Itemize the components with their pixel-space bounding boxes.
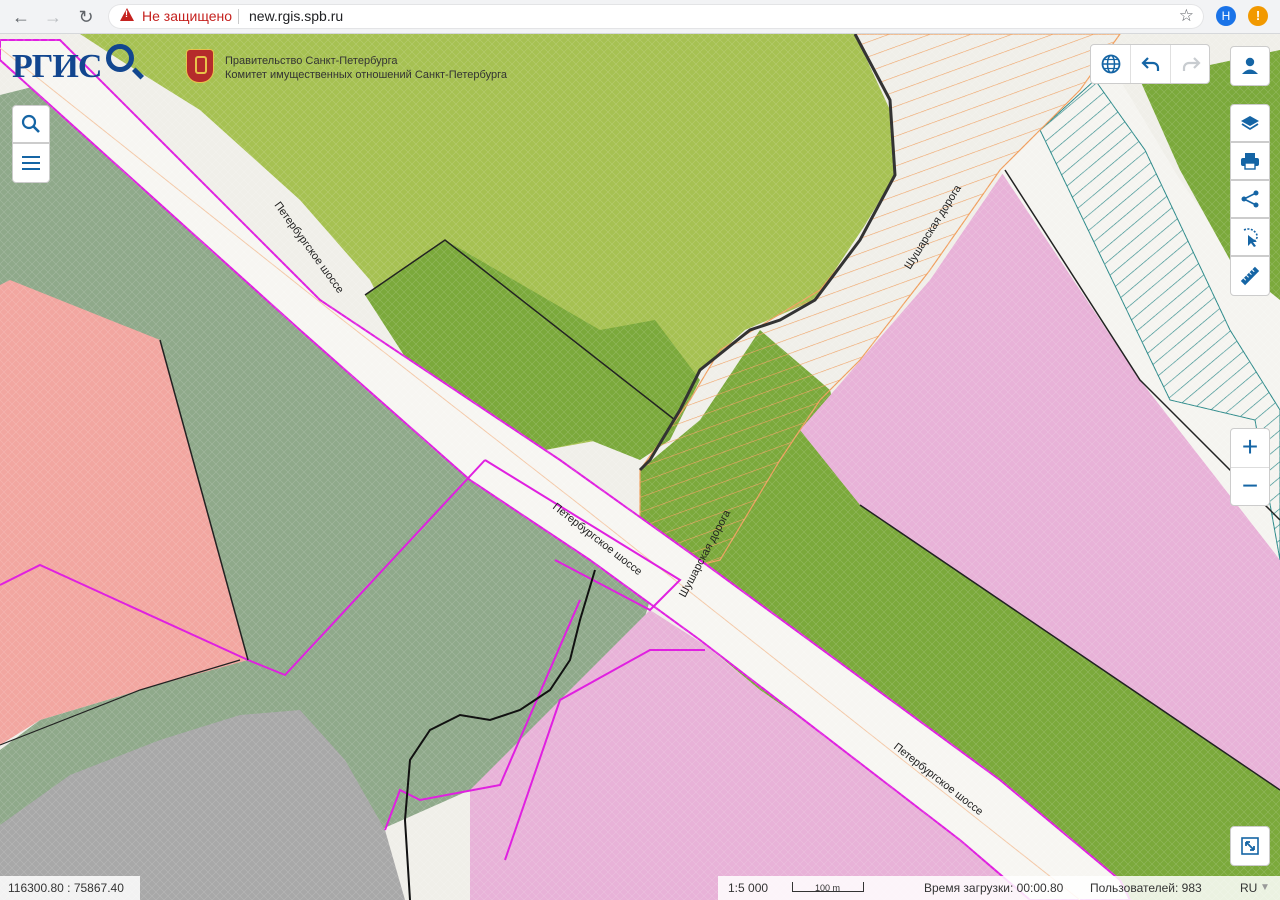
select-area-icon (1243, 228, 1258, 247)
reload-button[interactable]: ↻ (73, 4, 99, 30)
status-bar: 1:5 000 100 m Время загрузки: 00:00.80 П… (718, 876, 1280, 900)
star-icon[interactable]: ☆ (1179, 6, 1194, 26)
fullscreen-button[interactable] (1230, 826, 1270, 866)
address-bar[interactable]: Не защищено new.rgis.spb.ru ☆ (108, 4, 1204, 29)
language-selector[interactable]: RU (1240, 876, 1257, 900)
map-canvas[interactable]: Петербургское шоссе Петербургское шоссе … (0, 34, 1280, 900)
globe-icon (1101, 54, 1120, 74)
security-label[interactable]: Не защищено (142, 8, 232, 24)
search-icon (21, 114, 40, 133)
globe-button[interactable] (1091, 45, 1131, 83)
layers-icon (1241, 116, 1259, 131)
arrow-left-icon: ← (12, 7, 30, 27)
undo-icon (1140, 57, 1159, 71)
chevron-down-icon[interactable]: ▼ (1260, 876, 1270, 900)
menu-button[interactable] (12, 143, 50, 183)
zoom-in-button[interactable]: + (1231, 429, 1269, 468)
redo-icon (1182, 57, 1201, 71)
share-icon (1241, 190, 1259, 208)
zoom-control: + − (1230, 428, 1270, 506)
user-button[interactable] (1230, 46, 1270, 86)
back-button[interactable]: ← (8, 4, 34, 30)
layers-button[interactable] (1230, 104, 1270, 142)
spb-emblem-icon (186, 49, 214, 83)
undo-button[interactable] (1131, 45, 1171, 83)
logo-text: РГИС (12, 48, 102, 85)
redo-button[interactable] (1171, 45, 1210, 83)
browser-toolbar: ← → ↻ Не защищено new.rgis.spb.ru ☆ Н ! (0, 0, 1280, 34)
divider (238, 9, 239, 24)
gov-line-1: Правительство Санкт-Петербурга (225, 55, 398, 67)
fullscreen-icon (1241, 837, 1259, 855)
share-button[interactable] (1230, 180, 1270, 218)
load-time: Время загрузки: 00:00.80 (924, 881, 1064, 895)
select-area-button[interactable] (1230, 218, 1270, 256)
user-icon (1242, 57, 1258, 74)
arrow-right-icon: → (44, 7, 62, 27)
scale-text: 1:5 000 (728, 881, 769, 895)
menu-icon (22, 156, 40, 170)
warning-icon (120, 8, 134, 21)
coordinates-readout: 116300.80 : 75867.40 (0, 876, 140, 900)
update-alert-icon[interactable]: ! (1248, 6, 1268, 26)
print-icon (1241, 153, 1259, 170)
profile-avatar[interactable]: Н (1216, 6, 1236, 26)
zoom-out-button[interactable]: − (1231, 468, 1269, 506)
url-text[interactable]: new.rgis.spb.ru (249, 8, 343, 24)
search-button[interactable] (12, 105, 50, 143)
gov-line-2: Комитет имущественных отношений Санкт-Пе… (225, 69, 507, 81)
history-toolbar (1090, 44, 1210, 84)
map-svg: Петербургское шоссе Петербургское шоссе … (0, 34, 1280, 900)
magnifier-icon (106, 44, 134, 72)
forward-button[interactable]: → (40, 4, 66, 30)
users-count: Пользователей: 983 (1090, 881, 1202, 895)
measure-button[interactable] (1230, 256, 1270, 296)
print-button[interactable] (1230, 142, 1270, 180)
scale-bar-label: 100 m (815, 883, 841, 893)
ruler-icon (1240, 266, 1260, 286)
scale-bar: 100 m (792, 882, 864, 893)
reload-icon: ↻ (78, 7, 94, 27)
